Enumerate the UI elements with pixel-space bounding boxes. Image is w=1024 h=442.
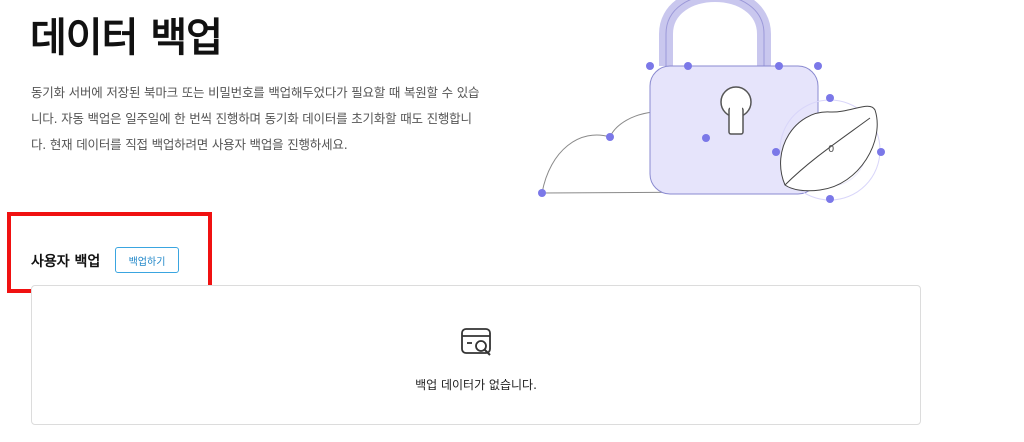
- page-description: 동기화 서버에 저장된 북마크 또는 비밀번호를 백업해두었다가 필요할 때 복…: [31, 80, 526, 158]
- description-line-3: 다. 현재 데이터를 직접 백업하려면 사용자 백업을 진행하세요.: [31, 137, 348, 152]
- description-line-1: 동기화 서버에 저장된 북마크 또는 비밀번호를 백업해두었다가 필요할 때 복…: [31, 85, 480, 100]
- description-line-2: 니다. 자동 백업은 일주일에 한 번씩 진행하며 동기화 데이터를 초기화할 …: [31, 111, 472, 126]
- empty-state-message: 백업 데이터가 없습니다.: [415, 378, 537, 392]
- backup-button[interactable]: 백업하기: [115, 247, 179, 273]
- user-backup-title: 사용자 백업: [31, 254, 101, 270]
- backup-illustration: 0: [538, 0, 885, 203]
- leaf-label: 0: [828, 144, 834, 155]
- page-title: 데이터 백업: [30, 15, 223, 61]
- backup-list-panel: 백업 데이터가 없습니다.: [31, 285, 921, 425]
- empty-data-search-icon: [461, 328, 491, 356]
- data-backup-page: 데이터 백업 동기화 서버에 저장된 북마크 또는 비밀번호를 백업해두었다가 …: [0, 0, 1024, 442]
